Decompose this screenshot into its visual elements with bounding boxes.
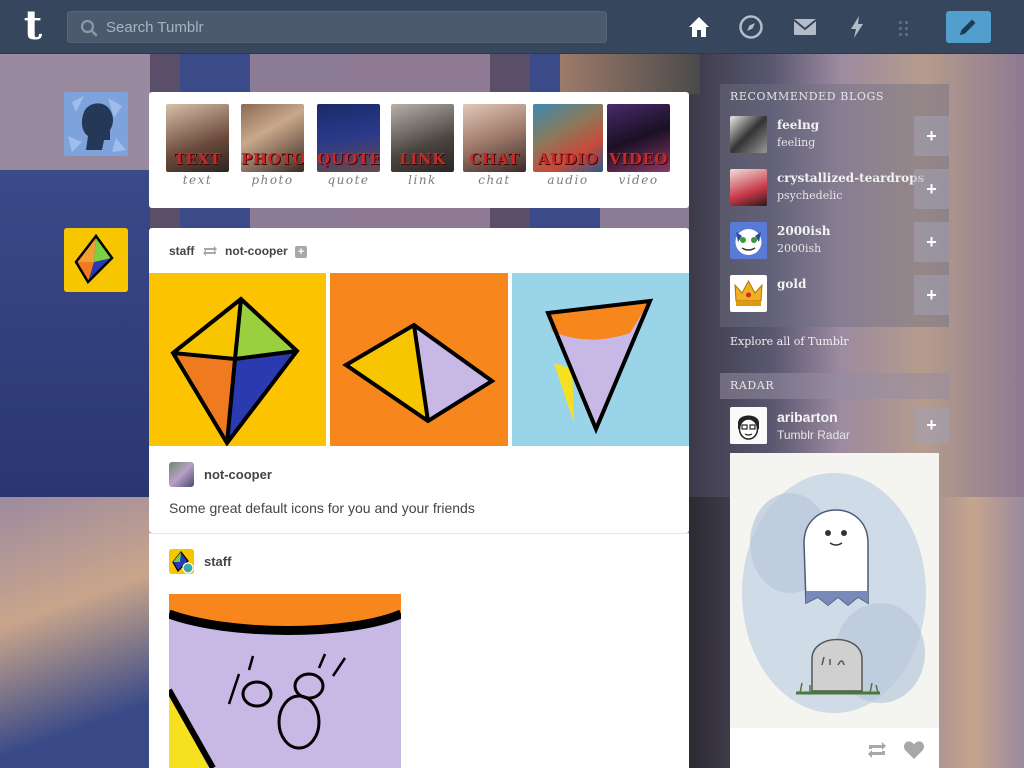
crown-icon (734, 279, 763, 306)
follow-plus-icon[interactable]: + (914, 116, 949, 156)
account-icon[interactable] (890, 13, 918, 41)
background-photo (0, 170, 150, 497)
background-photo (560, 54, 700, 94)
post-author[interactable]: staff (204, 554, 231, 569)
search-input[interactable] (106, 15, 596, 39)
blog-avatar (730, 407, 767, 444)
avatar-silhouette (64, 92, 128, 156)
blog-title: feeling (777, 136, 816, 149)
post-type-thumb: QUOTE (317, 104, 380, 172)
post-type-thumb: PHOTO (241, 104, 304, 172)
post-type-thumb: AUDIO (533, 104, 603, 172)
blog-title: psychedelic (777, 189, 843, 202)
post-type-label: link (408, 173, 437, 187)
home-icon[interactable] (685, 13, 713, 41)
face-icon (730, 407, 767, 444)
search-box[interactable] (67, 11, 607, 43)
recommended-title: RECOMMENDED BLOGS (730, 90, 885, 103)
reblog-icon (202, 246, 217, 256)
post-type-label: quote (327, 173, 370, 187)
post-caption: Some great default icons for you and you… (169, 500, 475, 516)
radar-image[interactable] (730, 453, 939, 728)
kite-icon (64, 228, 128, 292)
post-type-word: QUOTE (317, 150, 380, 168)
post-author[interactable]: staff (169, 244, 194, 258)
follow-plus-icon[interactable]: + (295, 246, 308, 258)
like-heart-icon[interactable] (903, 740, 925, 760)
radar-blog-row[interactable]: aribarton Tumblr Radar (730, 407, 915, 444)
radar-title: RADAR (730, 379, 775, 392)
blog-name[interactable]: gold (777, 277, 806, 291)
post-type-chat[interactable]: CHAT chat (463, 104, 526, 188)
post-type-selector: TEXT text PHOTO photo QUOTE quote LINK l… (149, 92, 689, 208)
post-type-thumb: TEXT (166, 104, 229, 172)
blog-name[interactable]: aribarton (777, 409, 838, 425)
post-type-link[interactable]: LINK link (391, 104, 454, 188)
post-image[interactable] (169, 594, 401, 768)
blog-name[interactable]: crystallized-teardrops (777, 171, 924, 185)
blog-avatar (730, 116, 767, 153)
post-type-thumb: CHAT (463, 104, 526, 172)
recommended-blog-row[interactable]: gold + (730, 275, 949, 315)
pencil-icon (960, 19, 976, 35)
post-type-word: TEXT (173, 150, 222, 168)
blog-avatar (730, 169, 767, 206)
radar-post (730, 453, 939, 768)
post-type-text[interactable]: TEXT text (166, 104, 229, 188)
blog-name[interactable]: feelng (777, 118, 819, 132)
post-type-video[interactable]: VIDEO video (607, 104, 670, 188)
explore-link[interactable]: Explore all of Tumblr (730, 335, 849, 348)
blog-avatar (730, 222, 767, 259)
post-type-label: video (618, 173, 659, 187)
photoset-image[interactable] (149, 273, 326, 446)
follow-plus-icon[interactable]: + (914, 222, 949, 262)
post-type-label: photo (251, 173, 294, 187)
post-type-word: VIDEO (609, 150, 668, 168)
reblogged-from[interactable]: not-cooper (225, 244, 288, 258)
source-blog-name[interactable]: not-cooper (204, 467, 272, 482)
post-type-photo[interactable]: PHOTO photo (241, 104, 304, 188)
post-type-word: PHOTO (241, 150, 304, 168)
follow-plus-icon[interactable]: + (914, 275, 949, 315)
blog-title: 2000ish (777, 242, 822, 255)
staff-avatar-small[interactable] (169, 549, 194, 574)
top-navigation-bar: t (0, 0, 1024, 54)
reblog-icon[interactable] (866, 741, 888, 759)
recommended-blog-row[interactable]: feelng feeling + (730, 116, 949, 156)
follow-plus-icon[interactable]: + (914, 407, 949, 444)
post-type-thumb: LINK (391, 104, 454, 172)
post-type-word: CHAT (469, 150, 520, 168)
cat-icon (735, 229, 762, 255)
post-type-quote[interactable]: QUOTE quote (317, 104, 380, 188)
post-type-label: text (182, 173, 213, 187)
staff-avatar[interactable] (64, 228, 128, 292)
follow-plus-icon[interactable]: + (914, 169, 949, 209)
post-type-word: AUDIO (537, 150, 599, 168)
blog-title: Tumblr Radar (777, 428, 850, 442)
inbox-icon[interactable] (791, 13, 819, 41)
post-header: staff not-cooper + (169, 244, 308, 258)
post-type-audio[interactable]: AUDIO audio (533, 104, 603, 188)
source-avatar[interactable] (169, 462, 194, 487)
photoset-image[interactable] (512, 273, 689, 446)
recommended-blog-row[interactable]: 2000ish 2000ish + (730, 222, 949, 262)
recommended-blog-row[interactable]: crystallized-teardrops psychedelic + (730, 169, 949, 209)
activity-icon[interactable] (843, 13, 871, 41)
kite-icon (169, 549, 194, 574)
post-type-thumb: VIDEO (607, 104, 670, 172)
user-avatar[interactable] (64, 92, 128, 156)
background-photo (0, 497, 150, 768)
compose-button[interactable] (946, 11, 991, 43)
blog-avatar (730, 275, 767, 312)
blog-name[interactable]: 2000ish (777, 224, 830, 238)
tumblr-logo[interactable]: t (16, 6, 50, 46)
post-type-word: LINK (399, 150, 446, 168)
search-icon (80, 19, 98, 37)
post-type-label: chat (478, 173, 511, 187)
photoset-image[interactable] (330, 273, 508, 446)
explore-icon[interactable] (737, 13, 765, 41)
post-type-label: audio (547, 173, 589, 187)
